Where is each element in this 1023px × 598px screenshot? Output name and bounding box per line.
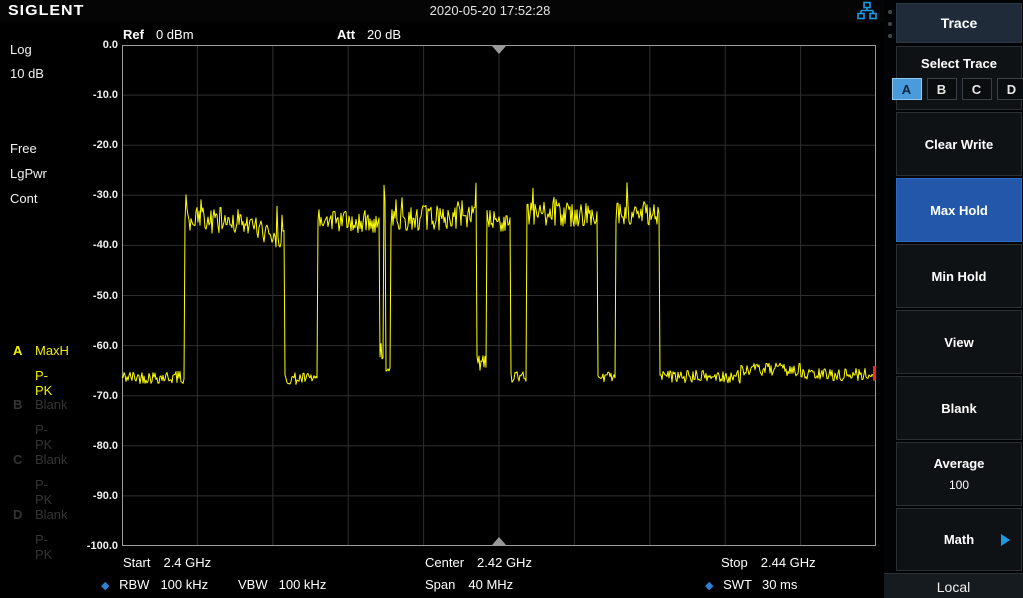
y-axis-tick-label: -30.0	[0, 189, 118, 201]
blank-button[interactable]: Blank	[896, 376, 1022, 440]
clear-write-button[interactable]: Clear Write	[896, 112, 1022, 176]
math-button[interactable]: Math	[896, 508, 1022, 571]
max-hold-button[interactable]: Max Hold	[896, 178, 1022, 242]
panel-handle-dot	[888, 34, 892, 38]
spectrum-plot	[122, 45, 876, 546]
stop-freq-readout: Stop 2.44 GHz	[721, 555, 816, 570]
datetime-display: 2020-05-20 17:52:28	[380, 3, 600, 18]
trace-d-mode: Blank	[35, 507, 68, 522]
start-value: 2.4 GHz	[163, 555, 211, 570]
average-value: 100	[949, 478, 969, 492]
swt-readout: ◆ SWT 30 ms	[705, 577, 797, 592]
swt-coupled-icon: ◆	[705, 580, 713, 592]
y-axis-tick-label: -100.0	[0, 540, 118, 552]
start-label: Start	[123, 555, 150, 570]
ref-label: Ref	[123, 27, 144, 42]
view-button[interactable]: View	[896, 310, 1022, 374]
y-axis-tick-label: -10.0	[0, 89, 118, 101]
select-trace-label: Select Trace	[921, 56, 997, 71]
start-freq-readout: Start 2.4 GHz	[123, 555, 211, 570]
softkey-menu-panel: Trace Select Trace A B C D Clear Write M…	[884, 0, 1023, 598]
siglent-logo: SIGLENT	[8, 2, 84, 19]
rbw-label: RBW	[119, 577, 149, 592]
network-lan-icon	[857, 1, 877, 21]
center-freq-marker-top	[492, 46, 506, 54]
trace-end-marker	[873, 366, 876, 380]
top-bar: SIGLENT 2020-05-20 17:52:28	[0, 0, 884, 22]
submenu-arrow-icon	[1001, 534, 1010, 546]
local-button[interactable]: Local	[884, 573, 1023, 598]
menu-title-trace: Trace	[896, 3, 1022, 43]
panel-handle-dot	[888, 22, 892, 26]
trace-button-b[interactable]: B	[927, 78, 957, 100]
att-label: Att	[337, 27, 355, 42]
spectrum-analyzer-screen: SIGLENT 2020-05-20 17:52:28 Log 10 dB Fr…	[0, 0, 1023, 598]
trace-button-c[interactable]: C	[962, 78, 992, 100]
stop-label: Stop	[721, 555, 748, 570]
stop-value: 2.44 GHz	[761, 555, 816, 570]
rbw-value: 100 kHz	[160, 577, 208, 592]
center-freq-marker-bottom	[492, 537, 506, 545]
swt-label: SWT	[723, 577, 752, 592]
center-value: 2.42 GHz	[477, 555, 532, 570]
trace-c-id: C	[13, 452, 22, 467]
rbw-readout: ◆ RBW 100 kHz	[101, 577, 208, 592]
ref-value: 0 dBm	[156, 27, 194, 42]
panel-handle-dot	[888, 10, 892, 14]
center-freq-readout: Center 2.42 GHz	[425, 555, 532, 570]
graticule-grid	[122, 45, 876, 546]
span-readout: Span 40 MHz	[425, 577, 513, 592]
y-axis-tick-label: -20.0	[0, 139, 118, 151]
min-hold-button[interactable]: Min Hold	[896, 244, 1022, 308]
ref-level-readout: Ref 0 dBm	[123, 27, 194, 42]
trace-button-a[interactable]: A	[892, 78, 922, 100]
trace-d-id: D	[13, 507, 22, 522]
math-label: Math	[944, 532, 974, 547]
average-label: Average	[934, 456, 985, 471]
att-value: 20 dB	[367, 27, 401, 42]
center-label: Center	[425, 555, 464, 570]
vbw-value: 100 kHz	[279, 577, 327, 592]
average-button[interactable]: Average 100	[896, 442, 1022, 506]
attenuation-readout: Att 20 dB	[337, 27, 401, 42]
span-label: Span	[425, 577, 455, 592]
y-axis-tick-label: -50.0	[0, 290, 118, 302]
swt-value: 30 ms	[762, 577, 797, 592]
trace-button-d[interactable]: D	[997, 78, 1023, 100]
y-axis-tick-label: -40.0	[0, 239, 118, 251]
span-value: 40 MHz	[468, 577, 513, 592]
y-axis-tick-label: -90.0	[0, 490, 118, 502]
vbw-label: VBW	[238, 577, 268, 592]
trace-c-mode: Blank	[35, 452, 68, 467]
y-axis-tick-label: 0.0	[0, 39, 118, 51]
y-axis-tick-label: -80.0	[0, 440, 118, 452]
scale-per-div-label: 10 dB	[10, 66, 44, 81]
select-trace-cell: Select Trace A B C D	[896, 46, 1022, 110]
y-axis-tick-label: -70.0	[0, 390, 118, 402]
rbw-coupled-icon: ◆	[101, 580, 109, 592]
y-axis-tick-label: -60.0	[0, 340, 118, 352]
vbw-readout: VBW 100 kHz	[238, 577, 326, 592]
trace-select-button-row: A B C D	[892, 78, 1023, 100]
avg-type-label: LgPwr	[10, 166, 47, 181]
